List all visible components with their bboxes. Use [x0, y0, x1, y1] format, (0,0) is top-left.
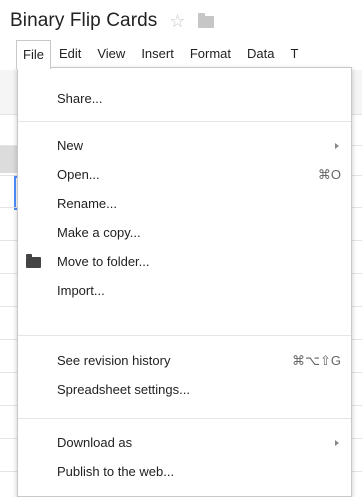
- menu-format[interactable]: Format: [182, 40, 239, 68]
- menu-data[interactable]: Data: [239, 40, 282, 68]
- menu-view[interactable]: View: [89, 40, 133, 68]
- menu-item-publish[interactable]: Publish to the web...: [18, 459, 351, 485]
- menu-separator: [18, 335, 351, 336]
- menu-item-move-to-folder[interactable]: Move to folder...: [18, 249, 351, 275]
- menu-item-revision-history[interactable]: See revision history ⌘⌥⇧G: [18, 348, 351, 374]
- menu-item-import[interactable]: Import...: [18, 278, 351, 304]
- document-title[interactable]: Binary Flip Cards: [10, 10, 157, 32]
- menu-item-label: Spreadsheet settings...: [57, 382, 190, 397]
- submenu-arrow-icon: [335, 143, 339, 149]
- menu-item-open[interactable]: Open... ⌘O: [18, 162, 351, 188]
- menu-item-share[interactable]: Share...: [18, 86, 351, 112]
- submenu-arrow-icon: [335, 440, 339, 446]
- menu-separator: [18, 418, 351, 419]
- menu-item-spreadsheet-settings[interactable]: Spreadsheet settings...: [18, 377, 351, 403]
- menu-item-label: Share...: [57, 91, 103, 106]
- menu-item-label: New: [57, 138, 84, 153]
- menu-item-shortcut: ⌘⌥⇧G: [292, 353, 341, 368]
- menu-item-label: Move to folder...: [57, 254, 150, 269]
- file-menu-dropdown: Share... New Open... ⌘O Rename... Make a…: [17, 67, 352, 497]
- folder-icon: [26, 254, 41, 268]
- menu-item-label: Publish to the web...: [57, 464, 175, 479]
- menu-file[interactable]: File: [16, 39, 51, 69]
- star-icon[interactable]: ☆: [169, 12, 185, 30]
- title-row: Binary Flip Cards ☆: [10, 8, 214, 34]
- folder-icon[interactable]: [197, 13, 214, 28]
- row-header: [0, 145, 18, 173]
- menu-item-label: Open...: [57, 167, 100, 182]
- menu-item-label: See revision history: [57, 353, 171, 368]
- menu-item-label: Make a copy...: [57, 225, 141, 240]
- menu-item-download-as[interactable]: Download as: [18, 430, 351, 456]
- menu-edit[interactable]: Edit: [51, 40, 89, 68]
- menu-item-new[interactable]: New: [18, 133, 351, 159]
- menu-bar: File Edit View Insert Format Data T: [0, 39, 362, 69]
- menu-separator: [18, 121, 351, 122]
- menu-item-rename[interactable]: Rename...: [18, 191, 351, 217]
- menu-item-make-copy[interactable]: Make a copy...: [18, 220, 351, 246]
- menu-tools[interactable]: T: [282, 40, 306, 68]
- menu-item-label: Import...: [57, 283, 105, 298]
- menu-item-shortcut: ⌘O: [317, 167, 341, 182]
- menu-item-label: Download as: [57, 435, 133, 450]
- menu-insert[interactable]: Insert: [133, 40, 182, 68]
- menu-item-label: Rename...: [57, 196, 117, 211]
